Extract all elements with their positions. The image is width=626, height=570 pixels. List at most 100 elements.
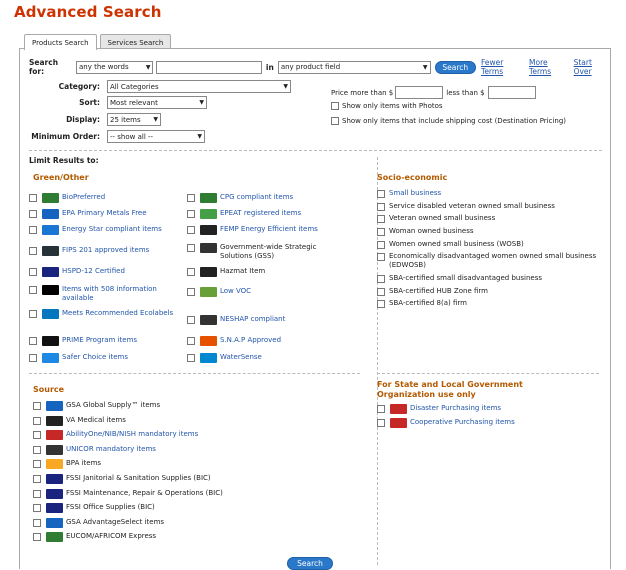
sc-icon xyxy=(42,353,59,363)
item-checkbox[interactable] xyxy=(29,226,37,234)
mr-icon xyxy=(42,309,59,319)
photos-checkbox[interactable] xyxy=(331,102,339,110)
min-order-label: Minimum Order: xyxy=(31,132,100,141)
item-checkbox[interactable] xyxy=(187,354,195,362)
gss-icon xyxy=(200,243,217,253)
item-checkbox[interactable] xyxy=(187,194,195,202)
item-checkbox[interactable] xyxy=(377,300,385,308)
fewer-terms-link[interactable]: Fewer Terms xyxy=(481,58,525,76)
bottom-search-button[interactable]: Search xyxy=(287,557,333,570)
display-value: 25 items xyxy=(110,115,141,124)
item-checkbox[interactable] xyxy=(187,244,195,252)
search-input[interactable] xyxy=(156,60,262,74)
category-select[interactable]: All Categories ▼ xyxy=(107,80,291,93)
item-checkbox[interactable] xyxy=(33,533,41,542)
list-item: Veteran owned small business xyxy=(377,214,597,223)
item-checkbox[interactable] xyxy=(377,405,385,413)
item-label: Items with 508 information available xyxy=(62,285,157,302)
item-checkbox[interactable] xyxy=(33,445,41,454)
list-item: BPA items xyxy=(33,459,333,470)
item-label: Meets Recommended Ecolabels xyxy=(62,309,174,317)
item-checkbox[interactable] xyxy=(187,210,195,218)
item-label: Low VOC xyxy=(220,287,252,295)
list-item: FSSI Janitorial & Sanitation Supplies (B… xyxy=(33,474,333,484)
cp-icon xyxy=(390,418,407,428)
gsa-icon xyxy=(46,401,63,411)
item-checkbox[interactable] xyxy=(187,337,195,345)
search-button[interactable]: Search xyxy=(434,60,477,74)
item-checkbox[interactable] xyxy=(33,518,41,527)
item-label: EPEAT registered items xyxy=(220,209,302,217)
limit-results-label: Limit Results to: xyxy=(29,156,99,165)
item-checkbox[interactable] xyxy=(33,431,41,440)
green-heading: Green/Other xyxy=(33,173,89,182)
item-label: GSA Global Supply™ items xyxy=(66,401,161,409)
item-checkbox[interactable] xyxy=(29,310,37,318)
list-item: Safer Choice items xyxy=(29,353,179,363)
sort-select[interactable]: Most relevant ▼ xyxy=(107,96,207,109)
list-item: S.N.A.P Approved xyxy=(187,336,335,346)
item-label: FSSI Janitorial & Sanitation Supplies (B… xyxy=(66,474,211,482)
divider xyxy=(29,150,602,151)
item-checkbox[interactable] xyxy=(29,337,37,345)
item-label: HSPD-12 Certified xyxy=(62,267,125,275)
item-checkbox[interactable] xyxy=(377,241,385,249)
field-select[interactable]: any product field ▼ xyxy=(277,60,431,74)
item-checkbox[interactable] xyxy=(377,419,385,427)
start-over-link[interactable]: Start Over xyxy=(574,58,610,76)
list-item: UNICOR mandatory items xyxy=(33,444,333,455)
item-checkbox[interactable] xyxy=(33,416,41,425)
tab-services-search[interactable]: Services Search xyxy=(99,34,172,49)
shipping-option: Show only items that include shipping co… xyxy=(331,117,566,125)
list-item: Woman owned business xyxy=(377,227,597,236)
item-checkbox[interactable] xyxy=(187,288,195,296)
item-checkbox[interactable] xyxy=(29,247,37,255)
item-checkbox[interactable] xyxy=(33,402,41,410)
display-label: Display: xyxy=(66,115,100,124)
item-checkbox[interactable] xyxy=(29,194,37,202)
epa-icon xyxy=(42,209,59,219)
item-checkbox[interactable] xyxy=(187,316,195,324)
item-checkbox[interactable] xyxy=(377,215,385,223)
item-checkbox[interactable] xyxy=(29,210,37,218)
list-item: GSA Global Supply™ items xyxy=(33,401,333,411)
as-icon xyxy=(46,517,63,528)
price-less-label: less than $ xyxy=(446,88,485,97)
item-checkbox[interactable] xyxy=(377,203,385,211)
divider xyxy=(29,373,360,374)
item-checkbox[interactable] xyxy=(33,475,41,483)
item-checkbox[interactable] xyxy=(377,275,385,283)
item-checkbox[interactable] xyxy=(33,489,41,498)
tab-products-search[interactable]: Products Search xyxy=(24,34,97,50)
item-checkbox[interactable] xyxy=(29,286,37,294)
words-select[interactable]: any the words ▼ xyxy=(75,60,154,74)
ws-icon xyxy=(200,353,217,363)
item-checkbox[interactable] xyxy=(377,190,385,198)
item-checkbox[interactable] xyxy=(29,354,37,362)
divider xyxy=(377,373,599,374)
list-item: Low VOC xyxy=(187,287,335,297)
euc-icon xyxy=(46,532,63,543)
ao-icon xyxy=(46,430,63,441)
min-order-select[interactable]: -- show all -- ▼ xyxy=(107,130,205,143)
item-checkbox[interactable] xyxy=(29,268,37,276)
list-item: EUCOM/AFRICOM Express xyxy=(33,532,333,543)
item-checkbox[interactable] xyxy=(33,504,41,513)
item-checkbox[interactable] xyxy=(33,460,41,469)
price-min-input[interactable] xyxy=(395,86,444,99)
display-select[interactable]: 25 items ▼ xyxy=(107,113,161,126)
item-checkbox[interactable] xyxy=(377,253,385,261)
price-max-input[interactable] xyxy=(487,86,536,99)
item-label: CPG compliant items xyxy=(220,193,294,201)
item-checkbox[interactable] xyxy=(187,268,195,276)
item-checkbox[interactable] xyxy=(187,226,195,234)
item-label: Cooperative Purchasing items xyxy=(410,418,515,426)
list-item: Small business xyxy=(377,189,597,198)
list-item: NESHAP compliant xyxy=(187,315,335,325)
shipping-checkbox[interactable] xyxy=(331,117,339,125)
item-checkbox[interactable] xyxy=(377,288,385,296)
item-label: UNICOR mandatory items xyxy=(66,444,156,453)
item-checkbox[interactable] xyxy=(377,228,385,236)
category-label: Category: xyxy=(58,82,100,91)
more-terms-link[interactable]: More Terms xyxy=(529,58,570,76)
